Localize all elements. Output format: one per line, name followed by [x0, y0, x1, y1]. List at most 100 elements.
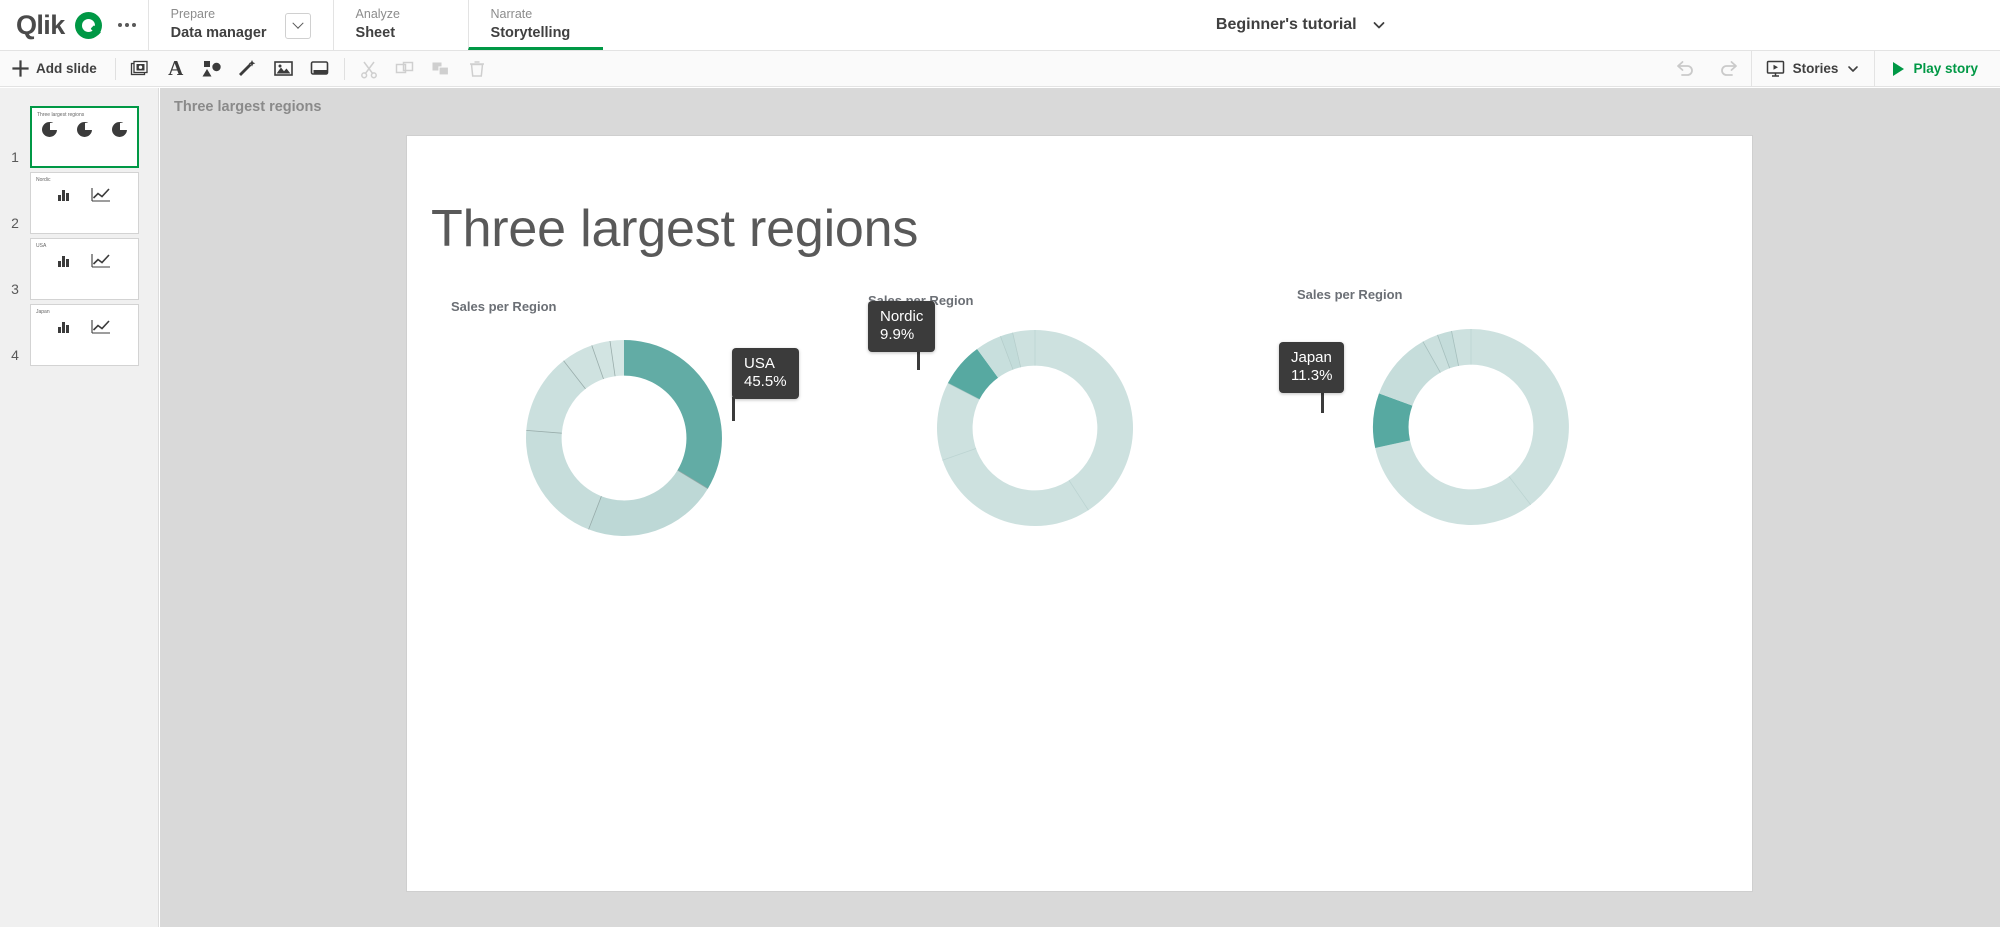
qlik-orb-icon — [74, 11, 102, 39]
slide-thumbnail-1[interactable]: Three largest regions — [30, 106, 139, 168]
effects-icon[interactable] — [230, 51, 266, 86]
slide-canvas[interactable]: Three largest regions Sales per Region U… — [406, 135, 1753, 892]
shapes-icon[interactable] — [194, 51, 230, 86]
story-toolbar: Add slide A Stories Play story — [0, 51, 2000, 87]
add-slide-label: Add slide — [36, 61, 97, 76]
list-item[interactable]: 2 Nordic — [0, 170, 158, 236]
nav-kicker-analyze: Analyze — [355, 7, 401, 21]
qlik-logo[interactable]: Qlik — [0, 0, 110, 50]
nav-section-narrate[interactable]: Narrate Storytelling — [467, 0, 603, 50]
stories-button[interactable]: Stories — [1750, 51, 1875, 86]
chart-title-1: Sales per Region — [451, 299, 557, 314]
tooltip-label: Nordic — [880, 308, 924, 325]
slide-number: 4 — [11, 347, 19, 363]
prepare-chevron-down-icon[interactable] — [284, 13, 311, 39]
chart-object-1[interactable]: Sales per Region USA 45.5% — [429, 299, 829, 559]
tooltip-value: 45.5% — [744, 373, 787, 390]
slide-thumb-title: Japan — [36, 308, 50, 315]
slide-thumbnail-4[interactable]: Japan — [30, 304, 139, 366]
donut-chart-2[interactable] — [928, 321, 1178, 536]
top-navigation-bar: Qlik Prepare Data manager Analyze Sheet … — [0, 0, 2000, 51]
mini-bar-chart-icon — [58, 188, 69, 201]
donut-chart-1[interactable] — [517, 331, 767, 546]
play-story-button[interactable]: Play story — [1874, 51, 2000, 86]
toolbar-divider — [343, 57, 345, 80]
tooltip-value: 9.9% — [880, 326, 915, 343]
slide-number: 3 — [11, 281, 19, 297]
slide-thumb-objects — [31, 253, 138, 268]
slide-thumb-title: USA — [36, 242, 47, 249]
slide-thumbnail-2[interactable]: Nordic — [30, 172, 139, 234]
nav-title-sheet: Sheet — [355, 25, 396, 41]
chevron-down-icon — [1848, 65, 1859, 72]
toolbar-divider — [114, 57, 116, 80]
dot — [117, 23, 122, 27]
tooltip-label: USA — [744, 355, 775, 372]
mini-line-chart-icon — [91, 188, 110, 202]
chevron-down-icon[interactable] — [1371, 17, 1387, 33]
donut-slice-other[interactable] — [526, 430, 602, 530]
tooltip-value: 11.3% — [1291, 367, 1333, 384]
slide-thumb-objects — [31, 187, 138, 202]
slide-label: Three largest regions — [174, 99, 322, 115]
tooltip-stem — [732, 397, 735, 421]
nav-kicker-prepare: Prepare — [170, 7, 216, 21]
qlik-logo-text: Qlik — [16, 9, 65, 40]
redo-icon[interactable] — [1707, 51, 1751, 86]
slide-thumb-title: Nordic — [36, 176, 51, 183]
mini-line-chart-icon — [91, 320, 110, 334]
slide-thumb-title: Three largest regions — [37, 111, 85, 118]
list-item[interactable]: 3 USA — [0, 236, 158, 302]
slide-thumbnail-3[interactable]: USA — [30, 238, 139, 300]
slide-number: 2 — [11, 215, 19, 231]
slide-list-sidebar: 1 Three largest regions 2 Nordic 3 USA 4… — [0, 88, 159, 927]
stories-label: Stories — [1792, 61, 1839, 76]
text-icon[interactable]: A — [158, 51, 194, 86]
mini-bar-chart-icon — [58, 320, 69, 333]
donut-slice-other[interactable] — [588, 470, 708, 537]
chevron-glyph — [291, 17, 304, 29]
mini-bar-chart-icon — [58, 254, 69, 267]
tooltip-nordic: Nordic 9.9% — [868, 301, 936, 352]
paste-icon — [423, 51, 459, 86]
copy-icon — [387, 51, 423, 86]
nav-title-data-manager: Data manager — [170, 25, 267, 41]
undo-icon[interactable] — [1663, 51, 1707, 86]
tooltip-label: Japan — [1291, 349, 1332, 366]
tooltip-stem — [1321, 391, 1324, 413]
play-icon — [1893, 61, 1905, 76]
mini-pie-icon — [42, 122, 57, 137]
list-item[interactable]: 1 Three largest regions — [0, 104, 158, 170]
tooltip-usa: USA 45.5% — [732, 348, 799, 399]
donut-slice-usa[interactable] — [624, 340, 722, 489]
mini-pie-icon — [77, 122, 92, 137]
delete-icon — [459, 51, 495, 86]
image-icon[interactable] — [266, 51, 302, 86]
mini-line-chart-icon — [91, 254, 110, 268]
overflow-dots-icon[interactable] — [110, 0, 148, 50]
chart-title-3: Sales per Region — [1297, 287, 1403, 302]
snapshot-library-icon[interactable] — [122, 51, 158, 86]
dot — [131, 23, 136, 27]
nav-section-analyze[interactable]: Analyze Sheet — [332, 0, 468, 50]
list-item[interactable]: 4 Japan — [0, 302, 158, 368]
slide-thumb-objects — [31, 319, 138, 334]
plus-icon — [12, 60, 29, 77]
chart-object-2[interactable]: Sales per Region — [855, 293, 1255, 553]
app-title-selector[interactable]: Beginner's tutorial — [603, 0, 2000, 50]
page-title: Three largest regions — [431, 199, 919, 258]
donut-chart-3[interactable] — [1364, 320, 1614, 535]
nav-title-storytelling: Storytelling — [490, 25, 571, 41]
play-story-label: Play story — [1913, 61, 1978, 76]
cut-icon — [351, 51, 387, 86]
chart-object-3[interactable]: Sales per Region Japan 11.3% — [1279, 287, 1679, 547]
slide-number: 1 — [11, 149, 19, 165]
slide-thumb-objects — [32, 122, 137, 137]
sheet-icon[interactable] — [302, 51, 338, 86]
tooltip-japan: Japan 11.3% — [1279, 342, 1345, 393]
nav-kicker-narrate: Narrate — [490, 7, 533, 21]
add-slide-button[interactable]: Add slide — [0, 51, 109, 86]
mini-pie-icon — [112, 122, 127, 137]
nav-section-prepare[interactable]: Prepare Data manager — [147, 0, 333, 50]
app-title: Beginner's tutorial — [1215, 16, 1357, 33]
